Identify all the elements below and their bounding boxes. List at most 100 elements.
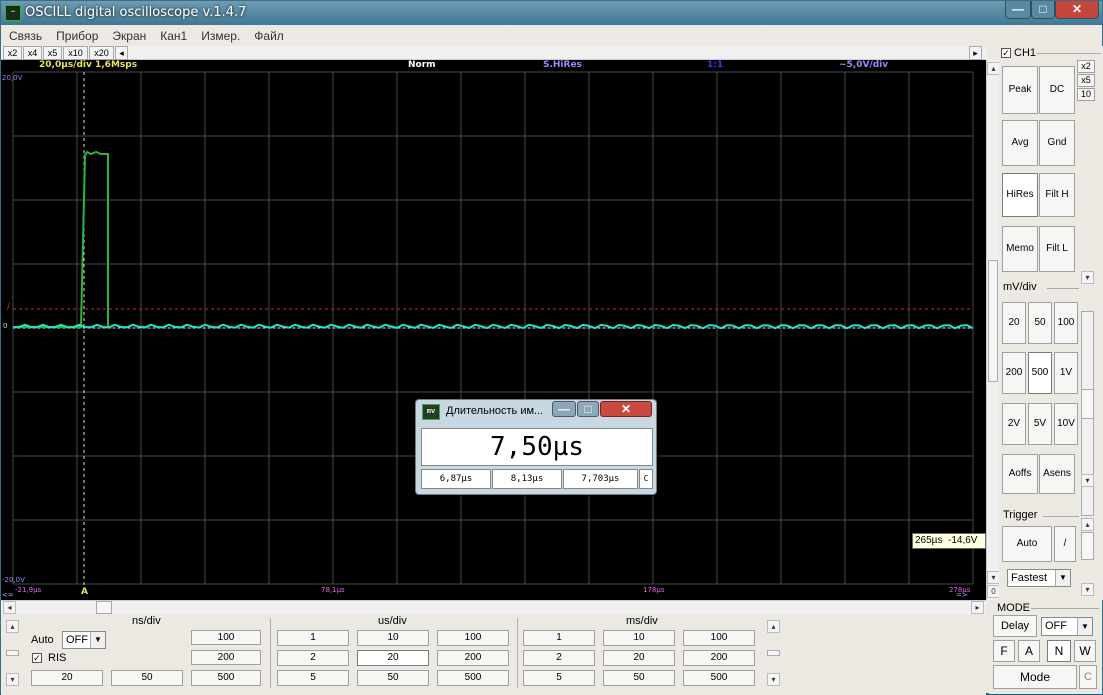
scroll-right-arrow-icon[interactable]: ▸ [969, 46, 982, 60]
mvdiv-5v-button[interactable]: 5V [1028, 403, 1052, 445]
trigger-scroll-up-arrow-icon[interactable]: ▴ [1081, 518, 1094, 531]
delay-button[interactable]: Delay [993, 615, 1037, 637]
ch1-checkbox[interactable]: ✓ [1001, 48, 1011, 58]
mode-a-button[interactable]: A [1018, 640, 1040, 662]
avg-button[interactable]: Avg [1002, 120, 1038, 166]
menu-device[interactable]: Прибор [48, 27, 104, 43]
ns-scroll-down-arrow-icon[interactable]: ▾ [6, 673, 19, 686]
mvdiv-10v-button[interactable]: 10V [1054, 403, 1078, 445]
ns-100-button[interactable]: 100 [191, 630, 261, 645]
multiplier-x5-button[interactable]: x5 [1077, 74, 1095, 87]
ms-50-button[interactable]: 50 [603, 670, 675, 686]
dc-button[interactable]: DC [1039, 66, 1075, 114]
zoom-x4-button[interactable]: x4 [23, 46, 42, 60]
zoom-x5-button[interactable]: x5 [43, 46, 62, 60]
hires-button[interactable]: HiRes [1002, 173, 1038, 217]
ms-scroll-thumb[interactable] [767, 650, 780, 656]
ris-checkbox[interactable]: ✓ [32, 653, 42, 663]
menu-connection[interactable]: Связь [1, 27, 48, 43]
menu-channel1[interactable]: Кан1 [152, 27, 193, 43]
menu-screen[interactable]: Экран [104, 27, 152, 43]
us-500-button[interactable]: 500 [437, 670, 509, 686]
trigger-scroll-down-arrow-icon[interactable]: ▾ [1081, 583, 1094, 596]
ns-scroll-thumb[interactable] [6, 650, 19, 656]
trigger-speed-select[interactable]: Fastest ▼ [1007, 569, 1071, 587]
ms-200-button[interactable]: 200 [683, 650, 755, 666]
trigger-slope-button[interactable]: / [1054, 526, 1076, 562]
popup-maximize-button[interactable]: □ [577, 401, 599, 417]
bottom-scroll-thumb[interactable] [96, 601, 112, 614]
scope-vertical-scrollbar[interactable]: ▴ ▾ 0 [986, 60, 1000, 600]
popup-reset-button[interactable]: C [639, 469, 653, 489]
mode-c-button[interactable]: C [1079, 665, 1097, 689]
asens-button[interactable]: Asens [1039, 454, 1075, 494]
us-200-button[interactable]: 200 [437, 650, 509, 666]
mvdiv-50-button[interactable]: 50 [1028, 302, 1052, 344]
scroll-thumb[interactable] [988, 260, 998, 382]
ns-50-button[interactable]: 50 [111, 670, 183, 686]
auto-chevron-down-icon[interactable]: ▼ [90, 632, 105, 648]
mvdiv-200-button[interactable]: 200 [1002, 352, 1026, 394]
us-1-button[interactable]: 1 [277, 630, 349, 646]
mvdiv-scroll-thumb[interactable] [1081, 389, 1094, 419]
us-100-button[interactable]: 100 [437, 630, 509, 646]
title-bar[interactable]: ~ OSCILL digital oscilloscope v.1.4.7 — … [1, 1, 1102, 25]
panel-scroll-down-arrow-icon[interactable]: ▾ [1081, 271, 1094, 284]
zoom-x2-button[interactable]: x2 [3, 46, 22, 60]
peak-button[interactable]: Peak [1002, 66, 1038, 114]
ns-500-button[interactable]: 500 [191, 670, 261, 686]
mode-w-button[interactable]: W [1074, 640, 1096, 662]
top-scrollbar[interactable] [1, 46, 986, 60]
mode-button[interactable]: Mode [993, 665, 1077, 689]
mvdiv-2v-button[interactable]: 2V [1002, 403, 1026, 445]
mvdiv-scroll-down-arrow-icon[interactable]: ▾ [1081, 474, 1094, 487]
auto-select[interactable]: OFF ▼ [62, 631, 106, 649]
ns-20-button[interactable]: 20 [31, 670, 103, 686]
popup-minimize-button[interactable]: — [552, 401, 576, 417]
ms-100-button[interactable]: 100 [683, 630, 755, 646]
measurement-popup[interactable]: mv Длительность им... — □ ✕ 7,50µs 6,87µ… [415, 399, 657, 495]
menu-file[interactable]: Файл [246, 27, 290, 43]
us-10-button[interactable]: 10 [357, 630, 429, 646]
zoom-x20-button[interactable]: x20 [89, 46, 114, 60]
mode-f-button[interactable]: F [993, 640, 1015, 662]
scroll-left-arrow-icon[interactable]: ◂ [115, 46, 128, 60]
multiplier-x2-button[interactable]: x2 [1077, 60, 1095, 73]
minimize-button[interactable]: — [1005, 1, 1031, 19]
ms-scroll-up-arrow-icon[interactable]: ▴ [767, 620, 780, 633]
multiplier-10-button[interactable]: 10 [1077, 88, 1095, 101]
us-50-button[interactable]: 50 [357, 670, 429, 686]
ms-scroll-down-arrow-icon[interactable]: ▾ [767, 673, 780, 686]
delay-select[interactable]: OFF ▼ [1041, 617, 1093, 636]
popup-close-button[interactable]: ✕ [600, 401, 652, 417]
maximize-button[interactable]: □ [1031, 1, 1055, 19]
ms-1-button[interactable]: 1 [523, 630, 595, 646]
us-5-button[interactable]: 5 [277, 670, 349, 686]
ns-scroll-up-arrow-icon[interactable]: ▴ [6, 620, 19, 633]
ms-2-button[interactable]: 2 [523, 650, 595, 666]
mvdiv-500-button[interactable]: 500 [1028, 352, 1052, 394]
mode-n-button[interactable]: N [1047, 640, 1071, 662]
scope-screen[interactable]: 20,0µs/div 1,6Msps Norm S.HiRes 1:1 ~5,0… [1, 60, 986, 600]
ns-200-button[interactable]: 200 [191, 650, 261, 665]
filt-h-button[interactable]: Filt H [1039, 173, 1075, 217]
bottom-scroll-left-arrow-icon[interactable]: ◂ [3, 601, 16, 614]
bottom-scrollbar[interactable]: ◂ ▸ [1, 600, 986, 614]
memo-button[interactable]: Memo [1002, 226, 1038, 272]
us-20-button[interactable]: 20 [357, 650, 429, 666]
ms-5-button[interactable]: 5 [523, 670, 595, 686]
mvdiv-1v-button[interactable]: 1V [1054, 352, 1078, 394]
zoom-x10-button[interactable]: x10 [63, 46, 88, 60]
ms-500-button[interactable]: 500 [683, 670, 755, 686]
trigger-auto-button[interactable]: Auto [1002, 526, 1052, 562]
gnd-button[interactable]: Gnd [1039, 120, 1075, 166]
mvdiv-100-button[interactable]: 100 [1054, 302, 1078, 344]
bottom-scroll-right-arrow-icon[interactable]: ▸ [971, 601, 984, 614]
ms-20-button[interactable]: 20 [603, 650, 675, 666]
aoffs-button[interactable]: Aoffs [1002, 454, 1038, 494]
menu-measure[interactable]: Измер. [193, 27, 246, 43]
trigger-scroll-thumb[interactable] [1081, 532, 1094, 560]
us-2-button[interactable]: 2 [277, 650, 349, 666]
ms-10-button[interactable]: 10 [603, 630, 675, 646]
close-button[interactable]: ✕ [1055, 1, 1099, 19]
